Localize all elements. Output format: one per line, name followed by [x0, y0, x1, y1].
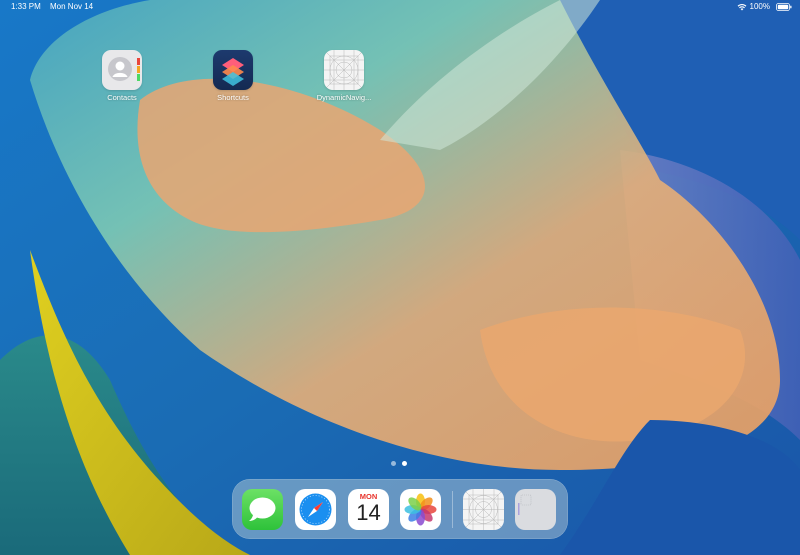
- dock: MON 14: [232, 479, 568, 539]
- dock-recent-app[interactable]: [515, 489, 556, 530]
- dock-messages[interactable]: [242, 489, 283, 530]
- dock-photos[interactable]: [400, 489, 441, 530]
- battery-icon: [776, 3, 792, 11]
- status-time: 1:33 PM: [11, 2, 41, 11]
- app-shortcuts[interactable]: Shortcuts: [203, 50, 263, 102]
- dock-divider: [452, 491, 453, 528]
- placeholder-grid-icon: [324, 50, 364, 90]
- dock-safari[interactable]: [295, 489, 336, 530]
- photos-icon: [400, 489, 441, 530]
- blank-app-icon: [515, 489, 556, 530]
- ipad-home-screen: 1:33 PM Mon Nov 14 100% Contacts Shortcu…: [0, 0, 800, 555]
- page-dot-active[interactable]: [402, 461, 407, 466]
- status-date: Mon Nov 14: [50, 2, 94, 11]
- safari-icon: [295, 489, 336, 530]
- messages-icon: [242, 489, 283, 530]
- app-label: Contacts: [107, 93, 137, 102]
- app-label: DynamicNavig...: [316, 93, 372, 102]
- page-indicator[interactable]: [391, 461, 407, 466]
- calendar-day: 14: [356, 500, 381, 525]
- page-dot[interactable]: [391, 461, 396, 466]
- shortcuts-icon: [213, 50, 253, 90]
- battery-percentage: 100%: [749, 2, 770, 11]
- status-bar: 1:33 PM Mon Nov 14 100%: [0, 0, 800, 14]
- wifi-icon: [737, 4, 746, 11]
- dock-recent-dynamicnavig[interactable]: [463, 489, 504, 530]
- app-contacts[interactable]: Contacts: [92, 50, 152, 102]
- placeholder-grid-icon: [463, 489, 504, 530]
- app-label: Shortcuts: [217, 93, 249, 102]
- contacts-icon: [102, 50, 142, 90]
- app-dynamicnavig[interactable]: DynamicNavig...: [314, 50, 374, 102]
- status-right-group: 100%: [737, 0, 770, 14]
- dock-calendar[interactable]: MON 14: [348, 489, 389, 530]
